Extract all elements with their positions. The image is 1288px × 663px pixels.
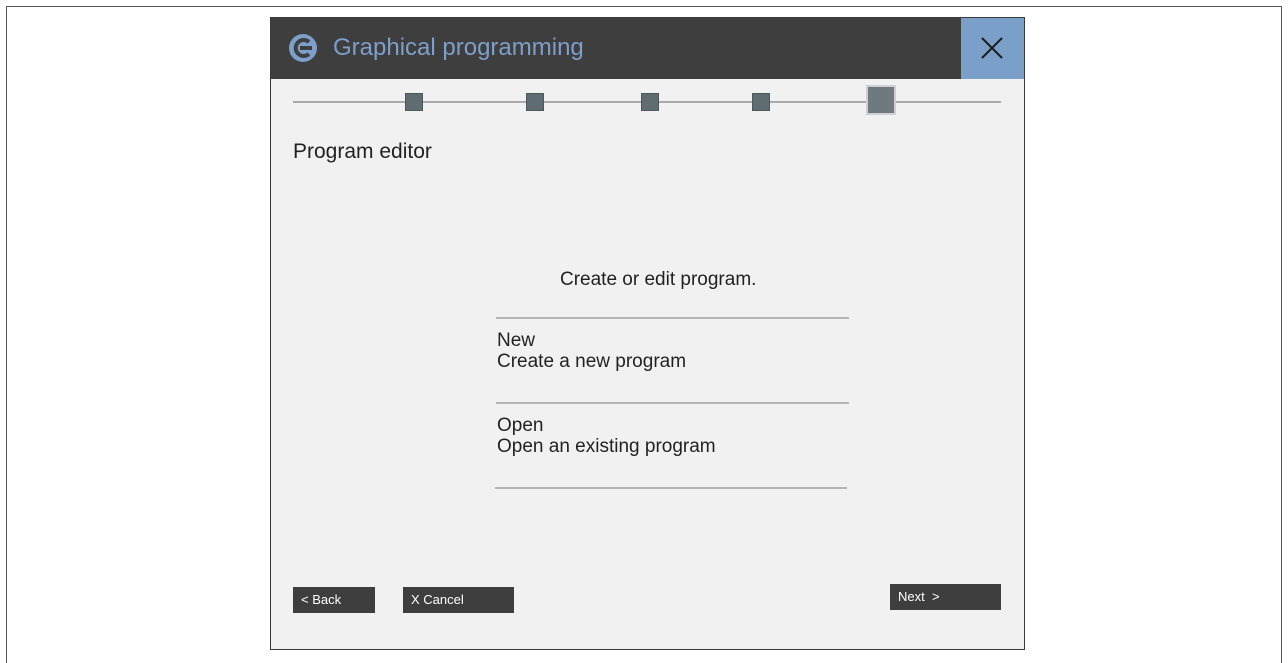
option-open-program[interactable]: Open Open an existing program [497, 415, 849, 495]
title-bar: Graphical programming [271, 18, 1024, 79]
option-description: Open an existing program [497, 436, 716, 457]
option-title: Open [497, 415, 544, 436]
divider [496, 402, 849, 404]
close-icon [981, 37, 1003, 59]
next-button[interactable]: Next > [890, 584, 1001, 610]
wizard-dialog: Graphical programming Program editor Cre… [270, 17, 1025, 650]
wizard-progress [293, 85, 1001, 121]
divider [495, 487, 847, 489]
prompt-text: Create or edit program. [560, 269, 757, 290]
step-1-marker [405, 93, 423, 111]
option-description: Create a new program [497, 351, 687, 372]
divider [496, 317, 849, 319]
option-title: New [497, 330, 536, 351]
close-button[interactable] [961, 18, 1024, 79]
step-4-marker [752, 93, 770, 111]
back-button[interactable]: < Back [293, 587, 375, 613]
step-5-marker-current [866, 85, 896, 115]
step-3-marker [641, 93, 659, 111]
app-logo-icon [289, 34, 317, 62]
page-title: Program editor [293, 140, 432, 163]
step-2-marker [526, 93, 544, 111]
cancel-button[interactable]: X Cancel [403, 587, 514, 613]
window-title: Graphical programming [333, 34, 584, 61]
option-new-program[interactable]: New Create a new program [497, 330, 849, 410]
